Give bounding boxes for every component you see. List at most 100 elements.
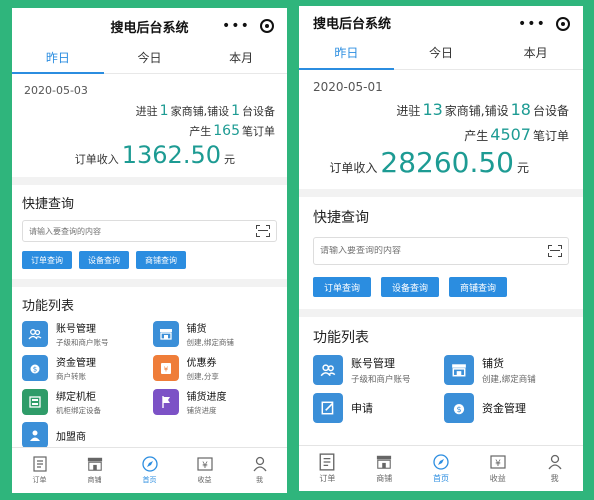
person-icon	[252, 456, 268, 472]
feature-item-funds[interactable]: $ 资金管理	[444, 393, 569, 423]
scan-icon[interactable]	[548, 245, 562, 257]
more-icon[interactable]: •••	[222, 19, 250, 33]
feature-item-coupon[interactable]: ¥ 优惠券 创建,分享	[152, 354, 278, 382]
tab-yesterday[interactable]: 昨日	[299, 38, 394, 70]
quick-query-title: 快捷查询	[22, 197, 75, 212]
quick-buttons: 订单查询 设备查询 商铺查询	[22, 251, 277, 269]
orders-line: 产生 4507 笔订单	[313, 125, 569, 144]
device-count: 1	[231, 103, 240, 119]
feature-item-cabinet[interactable]: 绑定机柜 机柜绑定设备	[22, 388, 147, 416]
compass-icon	[433, 453, 449, 470]
device-query-button[interactable]: 设备查询	[381, 277, 440, 297]
feature-item-funds[interactable]: $ 资金管理 商户转账	[22, 354, 147, 382]
tab-today[interactable]: 今日	[394, 38, 489, 69]
settle-mid: 家商铺,铺设	[170, 105, 230, 118]
income-line: 订单收入 28260.50 元	[313, 146, 569, 179]
partner-icon	[22, 422, 48, 448]
tabbar-label: 我	[256, 476, 263, 484]
tabbar-shops[interactable]: 商铺	[356, 446, 413, 491]
feature-item-stock[interactable]: 铺货 创建,绑定商铺	[444, 355, 569, 385]
tabbar-label: 商铺	[376, 473, 393, 483]
search-box	[22, 220, 277, 242]
close-target-icon[interactable]	[555, 17, 570, 31]
tab-month[interactable]: 本月	[195, 44, 287, 73]
feature-sub: 铺货进度	[186, 406, 217, 415]
stats-date: 2020-05-03	[24, 84, 88, 97]
tabbar-shops[interactable]: 商铺	[67, 448, 122, 493]
feature-sub: 创建,分享	[186, 372, 219, 381]
order-query-button[interactable]: 订单查询	[22, 251, 72, 269]
feature-sub: 机柜绑定设备	[56, 406, 101, 415]
income-suffix: 元	[516, 161, 529, 175]
tabbar-orders[interactable]: 订单	[299, 446, 356, 491]
bottom-tab-bar: 订单 商铺 首页 ¥ 收益 我	[12, 447, 287, 493]
mini-program-capsule: •••	[513, 13, 575, 35]
income-prefix: 订单收入	[329, 161, 378, 175]
feature-list-title: 功能列表	[22, 299, 75, 314]
store-icon	[152, 321, 179, 347]
feature-title: 资金管理	[482, 402, 526, 415]
store-icon	[444, 355, 474, 385]
feature-item-stock[interactable]: 铺货 创建,绑定商铺	[152, 320, 278, 348]
phone-screen-right: 搜电后台系统 ••• 昨日 今日 本月 2020-05-01 进驻 13 家商铺,铺…	[299, 6, 583, 491]
apply-icon	[313, 393, 343, 423]
orders-icon	[319, 452, 335, 471]
orders-icon	[32, 456, 48, 472]
feature-item-progress[interactable]: 铺货进度 铺货进度	[152, 388, 278, 416]
order-count: 4507	[490, 125, 531, 144]
earnings-icon: ¥	[196, 456, 213, 472]
feature-item-account[interactable]: 账号管理 子级和商户账号	[22, 320, 147, 348]
tabbar-me[interactable]: 我	[526, 446, 583, 491]
search-input[interactable]	[29, 226, 256, 236]
scan-icon[interactable]	[256, 225, 270, 237]
shop-count: 13	[422, 100, 443, 119]
tabbar-label: 订单	[319, 473, 336, 483]
feature-grid: 账号管理 子级和商户账号 铺货 创建,绑定商铺 申请 $ 资金管理	[313, 355, 569, 423]
feature-title: 优惠券	[186, 358, 217, 369]
feature-title: 加盟商	[56, 431, 86, 443]
income-amount: 1362.50	[121, 141, 221, 169]
feature-item-apply[interactable]: 申请	[313, 393, 438, 423]
feature-title: 申请	[351, 402, 373, 415]
feature-sub: 创建,绑定商铺	[482, 375, 536, 385]
settle-suffix: 台设备	[242, 105, 275, 118]
shop-query-button[interactable]: 商铺查询	[449, 277, 508, 297]
feature-item-partner[interactable]: 加盟商	[22, 422, 147, 448]
order-query-button[interactable]: 订单查询	[313, 277, 372, 297]
tabbar-home[interactable]: 首页	[122, 448, 177, 493]
income-prefix: 订单收入	[74, 153, 119, 166]
tabbar-label: 首页	[142, 476, 157, 484]
tabbar-earnings[interactable]: ¥ 收益	[469, 446, 526, 491]
shop-query-button[interactable]: 商铺查询	[136, 251, 186, 269]
feature-title: 账号管理	[56, 324, 96, 335]
income-amount: 28260.50	[380, 146, 514, 179]
money-icon: $	[22, 355, 48, 381]
flag-icon	[152, 389, 179, 415]
tabbar-home[interactable]: 首页	[413, 446, 470, 491]
tabbar-me[interactable]: 我	[232, 448, 287, 493]
shop-count: 1	[159, 103, 169, 119]
orders-suffix: 笔订单	[242, 125, 275, 138]
tabbar-label: 我	[550, 473, 559, 483]
orders-suffix: 笔订单	[532, 129, 569, 143]
search-box	[313, 237, 569, 265]
feature-title: 资金管理	[56, 358, 96, 369]
settle-line: 进驻 13 家商铺,铺设 18 台设备	[313, 100, 569, 119]
phone-screen-left: 搜电后台系统 ••• 昨日 今日 本月 2020-05-03 进驻 1 家商铺,铺设…	[12, 8, 287, 493]
tab-yesterday[interactable]: 昨日	[12, 44, 104, 74]
tabbar-label: 订单	[32, 476, 47, 484]
close-target-icon[interactable]	[259, 19, 274, 33]
more-icon[interactable]: •••	[518, 17, 546, 31]
tabbar-earnings[interactable]: ¥ 收益	[177, 448, 232, 493]
settle-prefix: 进驻	[135, 105, 158, 118]
tabbar-label: 收益	[489, 473, 506, 483]
search-input[interactable]	[320, 246, 548, 256]
tab-today[interactable]: 今日	[104, 44, 196, 73]
mini-program-capsule: •••	[217, 15, 279, 37]
order-count: 165	[213, 123, 240, 139]
feature-item-account[interactable]: 账号管理 子级和商户账号	[313, 355, 438, 385]
tab-month[interactable]: 本月	[488, 38, 583, 69]
tabbar-orders[interactable]: 订单	[12, 448, 67, 493]
users-icon	[313, 355, 343, 385]
device-query-button[interactable]: 设备查询	[79, 251, 129, 269]
